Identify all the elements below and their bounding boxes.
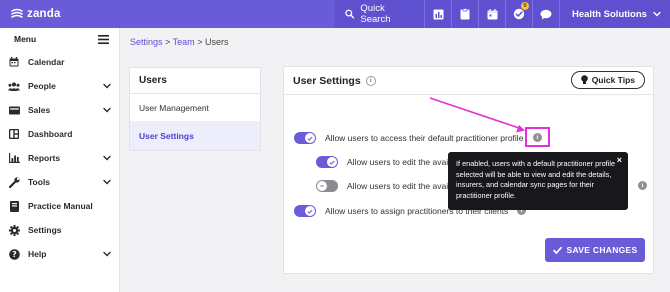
user-settings-header: User Settings i Quick Tips (284, 67, 653, 95)
sidebar-item-sales[interactable]: Sales (0, 98, 119, 122)
top-bar: zanda Quick Search 0 Health Solutions (0, 0, 670, 28)
bar-chart-icon (433, 9, 443, 19)
sidebar-item-label: Reports (28, 153, 61, 163)
sidebar-item-label: Tools (28, 177, 51, 187)
clipboard-icon (460, 8, 470, 20)
tooltip-text: If enabled, users with a default practit… (456, 159, 615, 200)
check-icon (552, 246, 562, 254)
setting-label: Allow users to edit the avail (347, 181, 450, 191)
annotation-arrow (429, 97, 525, 133)
quick-tips-label: Quick Tips (591, 75, 635, 85)
assign-practitioners-toggle[interactable] (294, 205, 316, 217)
chat-icon (540, 9, 552, 19)
breadcrumb-settings[interactable]: Settings (130, 37, 163, 47)
sidebar-item-dashboard[interactable]: Dashboard (0, 122, 119, 146)
edit-availability-toggle[interactable] (316, 156, 338, 168)
calendar-icon (8, 56, 20, 68)
sidebar-item-label: Settings (28, 225, 62, 235)
setting-row: Allow users to edit the avail (316, 156, 450, 168)
check-icon (307, 209, 313, 214)
sidebar-item-help[interactable]: ? Help (0, 242, 119, 266)
save-changes-button[interactable]: SAVE CHANGES (545, 238, 645, 262)
toggle-knob (305, 206, 315, 216)
chevron-down-icon (103, 107, 111, 113)
zanda-logo-icon (11, 8, 23, 18)
book-icon (8, 200, 20, 212)
chevron-down-icon (103, 251, 111, 257)
minus-icon (320, 185, 324, 187)
quick-search-button[interactable]: Quick Search (335, 0, 425, 28)
info-icon[interactable]: i (365, 75, 376, 86)
breadcrumb: Settings > Team > Users (130, 37, 228, 47)
default-profile-toggle[interactable] (294, 132, 316, 144)
users-panel-title: Users (130, 68, 260, 94)
org-switcher[interactable]: Health Solutions (560, 0, 670, 28)
hamburger-icon[interactable] (98, 34, 109, 44)
breadcrumb-current: Users (204, 37, 229, 47)
tasks-badge: 0 (521, 2, 529, 10)
tooltip-close-button[interactable]: × (617, 155, 622, 166)
chevron-down-icon (103, 155, 111, 161)
search-icon (345, 9, 355, 19)
wrench-icon (8, 176, 20, 188)
user-settings-link[interactable]: User Settings (130, 122, 260, 150)
sidebar-item-label: Dashboard (28, 129, 73, 139)
lightbulb-icon (580, 75, 588, 84)
zanda-logo[interactable]: zanda (0, 7, 61, 21)
breadcrumb-separator: > (165, 37, 171, 47)
gear-icon (8, 224, 20, 236)
sidebar-item-practice-manual[interactable]: Practice Manual (0, 194, 119, 218)
sidebar-item-label: Practice Manual (28, 201, 93, 211)
people-icon (8, 80, 20, 92)
help-icon: ? (8, 248, 20, 260)
sidebar-item-label: Help (28, 249, 47, 259)
tooltip: × If enabled, users with a default pract… (448, 152, 628, 210)
user-management-link[interactable]: User Management (130, 94, 260, 122)
edit-availability-secondary-toggle[interactable] (316, 180, 338, 192)
sidebar: Menu Calendar People Sales Dashboard Rep… (0, 28, 120, 292)
brand-name: zanda (27, 8, 61, 20)
chevron-down-icon (103, 83, 111, 89)
dashboard-icon (8, 128, 20, 140)
wallet-icon (8, 104, 20, 116)
annotation-highlight (525, 127, 550, 147)
setting-info-icon[interactable]: i (638, 181, 647, 190)
chat-button[interactable] (533, 0, 560, 28)
sidebar-item-calendar[interactable]: Calendar (0, 50, 119, 74)
toggle-knob (317, 181, 327, 191)
breadcrumb-separator: > (197, 37, 203, 47)
check-icon (329, 160, 335, 165)
calendar-icon (487, 8, 497, 19)
breadcrumb-team[interactable]: Team (173, 37, 195, 47)
menu-label: Menu (14, 34, 37, 44)
org-name: Health Solutions (572, 8, 647, 20)
sidebar-item-label: Sales (28, 105, 51, 115)
setting-label: Allow users to edit the avail (347, 157, 450, 167)
setting-row: Allow users to edit the avail (316, 180, 450, 192)
chevron-down-icon (653, 11, 661, 17)
sidebar-item-people[interactable]: People (0, 74, 119, 98)
sidebar-item-label: Calendar (28, 57, 65, 67)
tasks-button[interactable]: 0 (506, 0, 533, 28)
toggle-knob (305, 133, 315, 143)
clipboard-button[interactable] (452, 0, 479, 28)
toggle-knob (327, 157, 337, 167)
sidebar-item-reports[interactable]: Reports (0, 146, 119, 170)
chevron-down-icon (103, 179, 111, 185)
quick-tips-button[interactable]: Quick Tips (570, 71, 645, 89)
users-panel: Users User Management User Settings (129, 67, 261, 151)
reports-shortcut-button[interactable] (425, 0, 452, 28)
svg-text:?: ? (12, 250, 17, 259)
sidebar-item-label: People (28, 81, 56, 91)
calendar-shortcut-button[interactable] (479, 0, 506, 28)
save-changes-label: SAVE CHANGES (566, 245, 638, 255)
quick-search-label: Quick Search (360, 3, 391, 25)
check-icon (307, 136, 313, 141)
sidebar-item-settings[interactable]: Settings (0, 218, 119, 242)
chart-icon (8, 152, 20, 164)
page-title: User Settings (293, 74, 361, 87)
sidebar-item-tools[interactable]: Tools (0, 170, 119, 194)
menu-header: Menu (0, 28, 119, 50)
